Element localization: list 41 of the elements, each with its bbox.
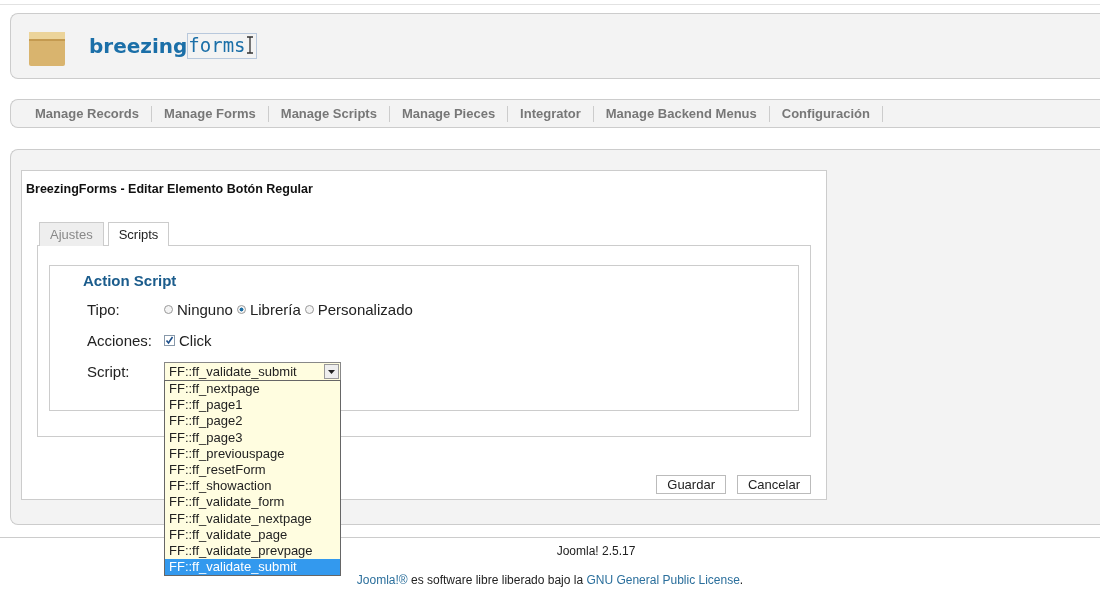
form-button[interactable]: Cancelar <box>736 475 811 494</box>
footer-link[interactable]: Joomla!® <box>356 573 408 587</box>
menu-item[interactable]: Manage Forms <box>152 105 269 122</box>
logo: breezing forms <box>89 33 257 59</box>
field-label: Tipo: <box>86 301 121 318</box>
license-text: Joomla!® es software libre liberado bajo la GNU General Public License. <box>355 573 745 587</box>
menu-item[interactable]: Manage Records <box>23 105 153 122</box>
dropdown-option[interactable]: FF::ff_nextpage <box>165 381 340 398</box>
radio-button[interactable] <box>164 305 173 314</box>
radio-button[interactable] <box>304 305 314 314</box>
menu-item[interactable]: Configuración <box>769 105 883 122</box>
tab[interactable]: Scripts <box>107 222 170 246</box>
caret-icon <box>328 369 335 374</box>
fieldset-legend: Action Script <box>83 272 798 289</box>
text-cursor-icon <box>245 36 254 54</box>
version-text: Joomla! 2.5.17 <box>556 544 636 558</box>
form-button[interactable]: Guardar <box>656 475 726 494</box>
field-label: Script: <box>86 363 131 380</box>
footer-link[interactable]: GNU General Public License <box>586 573 740 587</box>
menu-item[interactable]: Manage Pieces <box>389 105 509 122</box>
dropdown-option[interactable]: FF::ff_page2 <box>165 413 340 430</box>
radio-label: Ninguno <box>177 301 233 318</box>
menu-item[interactable]: Manage Scripts <box>268 105 390 122</box>
checkbox-label: Click <box>179 332 212 349</box>
dropdown-option[interactable]: FF::ff_validate_prevpage <box>165 543 340 560</box>
dropdown-option[interactable]: FF::ff_validate_form <box>165 494 340 511</box>
dropdown-option[interactable]: FF::ff_previouspage <box>165 445 340 462</box>
radio-button[interactable] <box>236 305 246 314</box>
radio-label: Personalizado <box>317 301 413 318</box>
dropdown-option[interactable]: FF::ff_resetForm <box>165 462 340 479</box>
dropdown-option[interactable]: FF::ff_validate_page <box>165 526 340 544</box>
dropdown-option[interactable]: FF::ff_validate_nextpage <box>165 510 340 527</box>
dropdown-option[interactable]: FF::ff_page1 <box>165 397 340 414</box>
checkbox[interactable] <box>164 335 175 346</box>
card-title: BreezingForms - Editar Elemento Botón Regular <box>26 182 314 196</box>
field-label: Acciones: <box>86 332 154 349</box>
dropdown-option[interactable]: FF::ff_page3 <box>165 429 340 446</box>
radio-label: Librería <box>249 301 301 318</box>
menu-item[interactable]: Integrator <box>508 105 594 122</box>
menu-item[interactable]: Manage Backend Menus <box>593 105 770 122</box>
dropdown-option[interactable]: FF::ff_showaction <box>165 478 340 495</box>
